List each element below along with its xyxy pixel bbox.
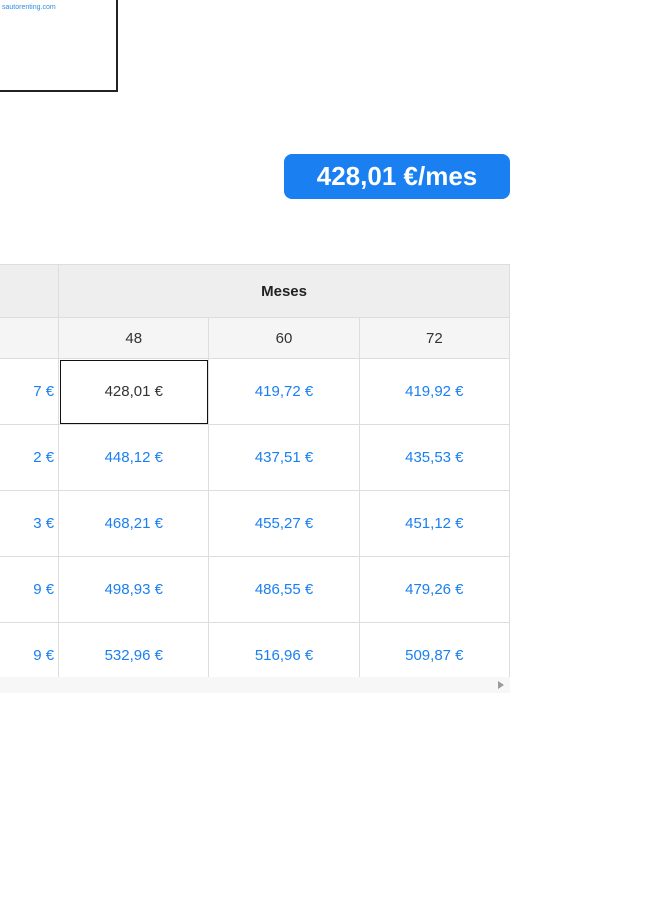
price-cell[interactable]: 468,21 € — [58, 490, 210, 557]
price-cell[interactable]: 419,92 € — [358, 358, 510, 425]
table-row: 9 € 498,93 € 486,55 € 479,26 € — [0, 556, 510, 623]
price-cell[interactable]: 486,55 € — [208, 556, 360, 623]
month-header-60: 60 — [208, 317, 360, 359]
table-row: 7 € 428,01 € 419,72 € 419,92 € — [0, 358, 510, 425]
page: sautorenting.com 428,01 €/mes Meses 48 6… — [0, 0, 652, 921]
row-first-cell[interactable]: 2 € — [0, 424, 60, 491]
month-header-48: 48 — [58, 317, 210, 359]
price-cell-selected[interactable]: 428,01 € — [58, 358, 210, 425]
monthly-price-badge: 428,01 €/mes — [284, 154, 510, 199]
month-header-72: 72 — [358, 317, 510, 359]
logo-text: sautorenting.com — [2, 4, 56, 11]
row-first-cell[interactable]: 3 € — [0, 490, 60, 557]
logo-card: sautorenting.com — [0, 0, 118, 92]
price-cell[interactable]: 479,26 € — [358, 556, 510, 623]
horizontal-scrollbar[interactable] — [0, 677, 510, 693]
price-cell[interactable]: 498,93 € — [58, 556, 210, 623]
pricing-table-container: Meses 48 60 72 7 € 428,01 € 419,72 € 419… — [0, 264, 510, 689]
scroll-right-arrow-icon[interactable] — [498, 681, 504, 689]
price-cell[interactable]: 455,27 € — [208, 490, 360, 557]
price-cell[interactable]: 448,12 € — [58, 424, 210, 491]
table-corner-cell — [0, 317, 60, 359]
table-corner-cell — [0, 264, 60, 318]
price-cell[interactable]: 435,53 € — [358, 424, 510, 491]
table-row: 2 € 448,12 € 437,51 € 435,53 € — [0, 424, 510, 491]
table-row: 3 € 468,21 € 455,27 € 451,12 € — [0, 490, 510, 557]
pricing-table: Meses 48 60 72 7 € 428,01 € 419,72 € 419… — [0, 264, 510, 689]
price-cell[interactable]: 451,12 € — [358, 490, 510, 557]
row-first-cell[interactable]: 9 € — [0, 556, 60, 623]
price-cell[interactable]: 419,72 € — [208, 358, 360, 425]
months-header-row: 48 60 72 — [0, 317, 510, 359]
price-cell[interactable]: 437,51 € — [208, 424, 360, 491]
row-first-cell[interactable]: 7 € — [0, 358, 60, 425]
table-group-header-row: Meses — [0, 264, 510, 318]
months-group-header: Meses — [58, 264, 510, 318]
